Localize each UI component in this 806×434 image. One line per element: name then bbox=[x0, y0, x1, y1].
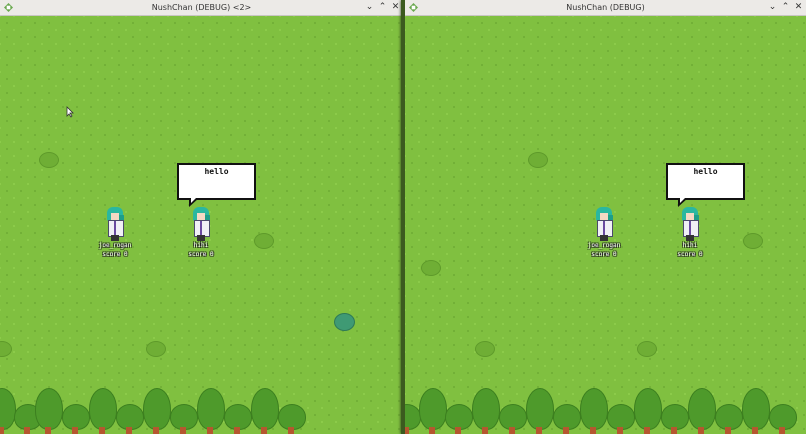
tree bbox=[499, 404, 527, 434]
title-bar[interactable]: NushChan (DEBUG) ⌄ ⌃ ✕ bbox=[405, 0, 806, 16]
maximize-icon[interactable]: ⌃ bbox=[779, 1, 792, 14]
game-canvas[interactable]: joe_rogan score 0 hihi score 0 hello bbox=[0, 16, 403, 434]
tree bbox=[607, 404, 635, 434]
title-bar[interactable]: NushChan (DEBUG) <2> ⌄ ⌃ ✕ bbox=[0, 0, 403, 16]
tree bbox=[445, 404, 473, 434]
player-name: hihi bbox=[193, 242, 209, 249]
player-score: score 0 bbox=[188, 251, 214, 258]
player-score: score 0 bbox=[677, 251, 703, 258]
game-canvas[interactable]: joe_rogan score 0 hihi score 0 hello bbox=[405, 16, 806, 434]
tree bbox=[688, 388, 716, 434]
tree bbox=[661, 404, 689, 434]
window-title: NushChan (DEBUG) bbox=[566, 3, 645, 12]
player-name: joe_rogan bbox=[587, 242, 621, 249]
tree bbox=[526, 388, 554, 434]
tree bbox=[0, 388, 16, 434]
player-score: score 0 bbox=[102, 251, 128, 258]
tree bbox=[224, 404, 252, 434]
game-window-1[interactable]: NushChan (DEBUG) <2> ⌄ ⌃ ✕ joe_rogan sco… bbox=[0, 0, 403, 434]
tree bbox=[143, 388, 171, 434]
teal-bush bbox=[334, 313, 355, 331]
mouse-cursor-icon bbox=[66, 106, 74, 118]
character-sprite[interactable] bbox=[593, 207, 615, 241]
bush bbox=[743, 233, 763, 249]
player-score: score 0 bbox=[591, 251, 617, 258]
tree bbox=[170, 404, 198, 434]
tree bbox=[742, 388, 770, 434]
tree bbox=[715, 404, 743, 434]
tree bbox=[405, 404, 421, 434]
speech-bubble: hello bbox=[666, 163, 745, 207]
window-title: NushChan (DEBUG) <2> bbox=[151, 3, 252, 12]
character-sprite[interactable] bbox=[190, 207, 212, 241]
player-name: joe_rogan bbox=[98, 242, 132, 249]
tree bbox=[62, 404, 90, 434]
tree bbox=[35, 388, 63, 434]
minimize-icon[interactable]: ⌄ bbox=[363, 1, 376, 14]
character-sprite[interactable] bbox=[679, 207, 701, 241]
tree bbox=[472, 388, 500, 434]
maximize-icon[interactable]: ⌃ bbox=[376, 1, 389, 14]
character-sprite[interactable] bbox=[104, 207, 126, 241]
tree bbox=[197, 388, 225, 434]
bush bbox=[421, 260, 441, 276]
tree bbox=[116, 404, 144, 434]
bush bbox=[0, 341, 12, 357]
player-name: hihi bbox=[682, 242, 698, 249]
tree bbox=[89, 388, 117, 434]
speech-bubble-text: hello bbox=[204, 167, 229, 176]
close-icon[interactable]: ✕ bbox=[792, 1, 805, 14]
bush bbox=[528, 152, 548, 168]
bush bbox=[637, 341, 657, 357]
minimize-icon[interactable]: ⌄ bbox=[766, 1, 779, 14]
tree bbox=[553, 404, 581, 434]
tree bbox=[634, 388, 662, 434]
bush bbox=[146, 341, 166, 357]
tree bbox=[419, 388, 447, 434]
tree bbox=[769, 404, 797, 434]
speech-bubble-text: hello bbox=[693, 167, 718, 176]
tree bbox=[278, 404, 306, 434]
bush bbox=[39, 152, 59, 168]
tree bbox=[251, 388, 279, 434]
speech-bubble: hello bbox=[177, 163, 256, 207]
bush bbox=[475, 341, 495, 357]
bush bbox=[254, 233, 274, 249]
tree bbox=[580, 388, 608, 434]
game-window-2[interactable]: NushChan (DEBUG) ⌄ ⌃ ✕ joe_rogan score 0… bbox=[405, 0, 806, 434]
